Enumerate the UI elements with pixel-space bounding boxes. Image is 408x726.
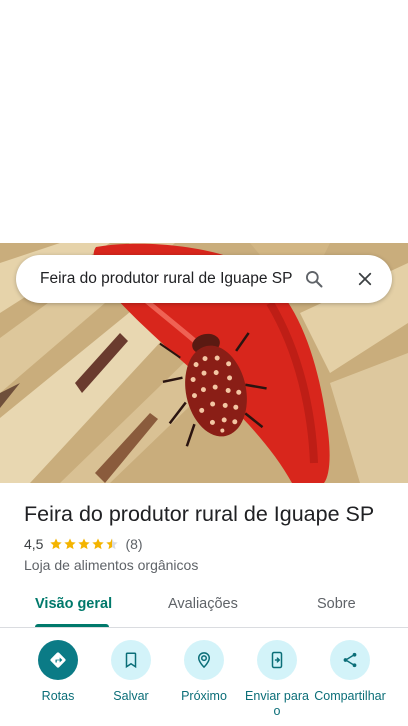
directions-icon xyxy=(38,640,78,680)
search-input[interactable]: Feira do produtor rural de Iguape SP xyxy=(40,269,302,289)
review-count[interactable]: (8) xyxy=(125,536,142,552)
tab-reviews[interactable]: Avaliações xyxy=(168,596,238,612)
place-category: Loja de alimentos orgânicos xyxy=(24,557,199,573)
share-label: Compartilhar xyxy=(314,689,386,703)
close-icon[interactable] xyxy=(353,267,377,291)
share-icon xyxy=(330,640,370,680)
star-icon xyxy=(78,538,91,550)
send-to-phone-button[interactable]: Enviar para o xyxy=(237,640,317,719)
nearby-icon xyxy=(184,640,224,680)
send-to-phone-icon xyxy=(257,640,297,680)
nearby-button[interactable]: Próximo xyxy=(164,640,244,704)
save-label: Salvar xyxy=(113,689,149,703)
star-icon xyxy=(64,538,77,550)
tab-overview[interactable]: Visão geral xyxy=(35,596,112,612)
share-button[interactable]: Compartilhar xyxy=(310,640,390,704)
nearby-label: Próximo xyxy=(181,689,227,703)
rating-row[interactable]: 4,5 (8) xyxy=(24,535,143,553)
star-icon xyxy=(50,538,63,550)
search-icon[interactable] xyxy=(302,267,326,291)
save-button[interactable]: Salvar xyxy=(91,640,171,704)
search-bar[interactable]: Feira do produtor rural de Iguape SP xyxy=(16,255,392,303)
directions-label: Rotas xyxy=(41,689,75,703)
tab-bar: Visão geral Avaliações Sobre xyxy=(0,584,408,628)
tab-about[interactable]: Sobre xyxy=(317,596,356,612)
rating-value: 4,5 xyxy=(24,536,44,552)
action-bar: Rotas Salvar Próximo Enviar para o Compa… xyxy=(0,640,408,726)
directions-button[interactable]: Rotas xyxy=(18,640,98,704)
send-to-phone-label: Enviar para o xyxy=(245,689,309,718)
place-title: Feira do produtor rural de Iguape SP xyxy=(24,502,375,526)
tab-active-indicator xyxy=(35,624,109,627)
map-area xyxy=(0,0,408,243)
star-half-icon xyxy=(106,538,119,550)
star-icon xyxy=(92,538,105,550)
bookmark-icon xyxy=(111,640,151,680)
star-rating xyxy=(49,537,119,551)
